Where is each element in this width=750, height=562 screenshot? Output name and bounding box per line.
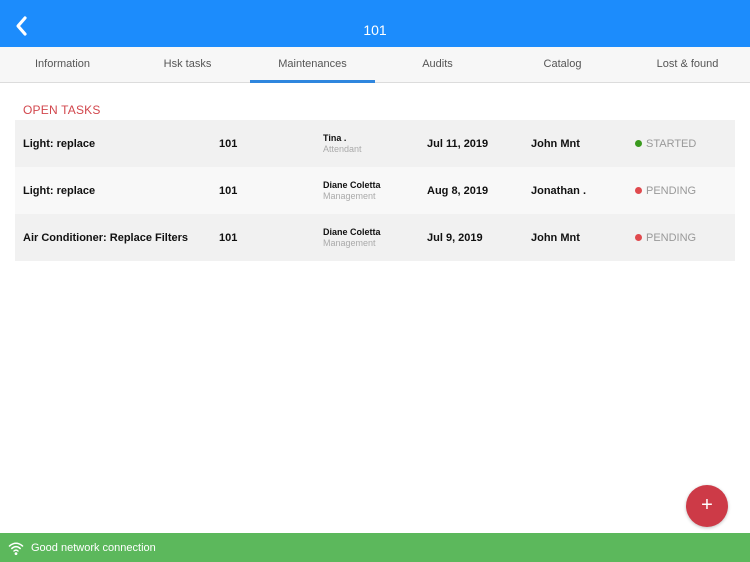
reporter-role: Attendant <box>323 144 362 154</box>
network-status-bar: Good network connection <box>0 533 750 562</box>
tab-audits[interactable]: Audits <box>375 47 500 82</box>
status-badge: PENDING <box>635 214 696 261</box>
reporter-name: Tina . <box>323 133 347 143</box>
status-text: PENDING <box>646 231 697 244</box>
reporter-role: Management <box>323 191 376 201</box>
status-dot-icon <box>635 234 642 241</box>
status-badge: PENDING <box>635 167 696 214</box>
wifi-icon <box>8 542 24 555</box>
task-row[interactable]: Air Conditioner: Replace Filters 101 Dia… <box>15 214 735 261</box>
plus-icon: + <box>701 494 713 516</box>
task-date: Jul 11, 2019 <box>427 137 489 150</box>
task-row[interactable]: Light: replace 101 Tina . Attendant Jul … <box>15 120 735 167</box>
top-bar: 101 <box>0 0 750 47</box>
task-date: Jul 9, 2019 <box>427 231 483 244</box>
task-name: Air Conditioner: Replace Filters <box>23 231 189 244</box>
task-name: Light: replace <box>23 137 96 150</box>
status-text: STARTED <box>646 137 697 150</box>
task-reporter: Diane Coletta Management <box>323 214 381 261</box>
task-name: Light: replace <box>23 184 96 197</box>
task-reporter: Diane Coletta Management <box>323 167 381 214</box>
task-room: 101 <box>219 231 238 244</box>
network-status-text: Good network connection <box>31 541 156 554</box>
app: 101 Information Hsk tasks Maintenances A… <box>0 0 750 562</box>
task-assignee: John Mnt <box>531 137 580 150</box>
task-row[interactable]: Light: replace 101 Diane Coletta Managem… <box>15 167 735 214</box>
reporter-role: Management <box>323 238 376 248</box>
add-task-button[interactable]: + <box>686 485 728 527</box>
tab-maintenances[interactable]: Maintenances <box>250 47 375 83</box>
page-title: 101 <box>363 22 387 38</box>
status-text: PENDING <box>646 184 697 197</box>
task-list: Light: replace 101 Tina . Attendant Jul … <box>15 120 735 261</box>
tab-catalog[interactable]: Catalog <box>500 47 625 82</box>
task-assignee: John Mnt <box>531 231 580 244</box>
section-title: OPEN TASKS <box>23 103 101 117</box>
status-badge: STARTED <box>635 120 696 167</box>
reporter-name: Diane Coletta <box>323 227 381 237</box>
task-room: 101 <box>219 184 238 197</box>
task-room: 101 <box>219 137 238 150</box>
status-dot-icon <box>635 140 642 147</box>
status-dot-icon <box>635 187 642 194</box>
tab-hsk-tasks[interactable]: Hsk tasks <box>125 47 250 82</box>
task-reporter: Tina . Attendant <box>323 120 362 167</box>
tab-bar: Information Hsk tasks Maintenances Audit… <box>0 47 750 83</box>
reporter-name: Diane Coletta <box>323 180 381 190</box>
task-date: Aug 8, 2019 <box>427 184 489 197</box>
tab-lost-and-found[interactable]: Lost & found <box>625 47 750 82</box>
task-assignee: Jonathan . <box>531 184 587 197</box>
tab-information[interactable]: Information <box>0 47 125 82</box>
